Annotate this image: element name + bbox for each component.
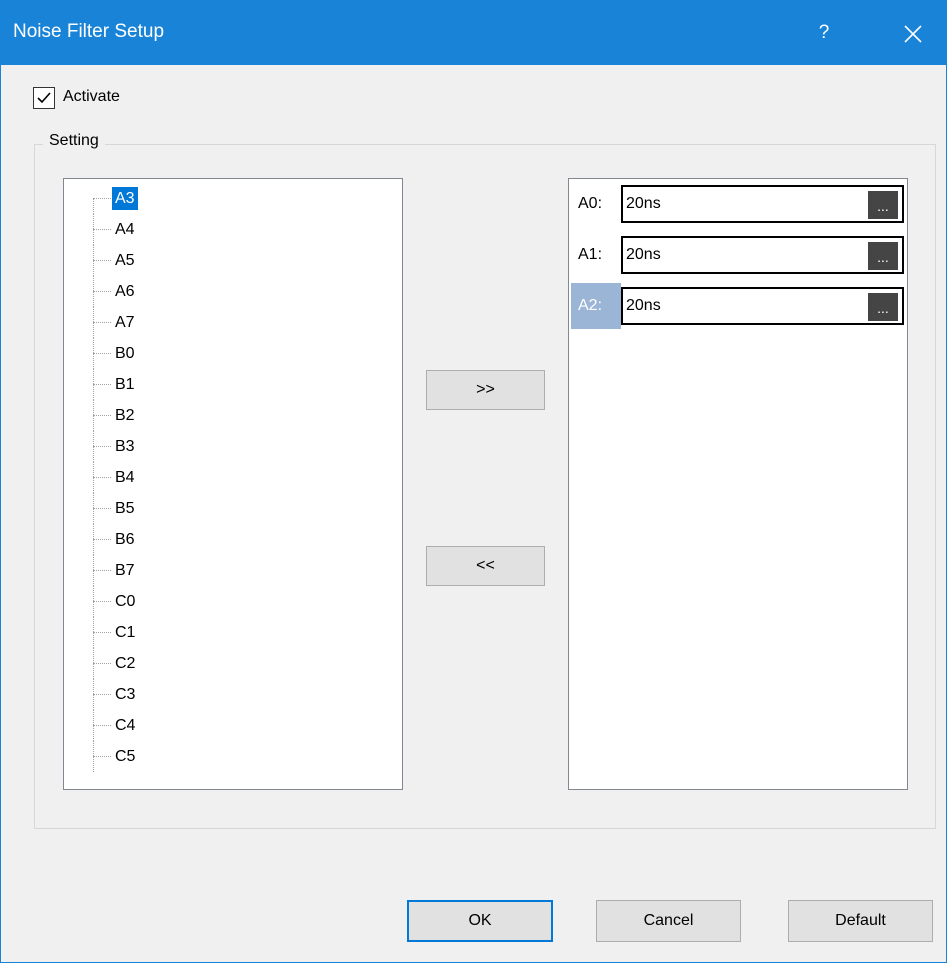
tree-item[interactable]: A6 [64, 276, 364, 307]
tree-item[interactable]: B5 [64, 493, 364, 524]
filter-list[interactable]: A0: 20ns... A1: 20ns... A2: 20ns... [568, 178, 908, 790]
tree-item[interactable]: B6 [64, 524, 364, 555]
browse-button[interactable]: ... [868, 293, 898, 321]
tree-connector [93, 663, 111, 664]
tree-connector [93, 508, 111, 509]
tree-item-label: B5 [115, 500, 135, 517]
tree-item-label: C4 [115, 717, 136, 734]
tree-item-label: B4 [115, 469, 135, 486]
tree-item[interactable]: B1 [64, 369, 364, 400]
pin-tree[interactable]: A3 A4 A5 A6 A7 B0 B1 B2 B3 B4 B5 B6 B7 C0 C1 C2 C3 C4 C5 [63, 178, 403, 790]
tree-connector [93, 570, 111, 571]
tree-item-label: C0 [115, 593, 136, 610]
tree-item[interactable]: B7 [64, 555, 364, 586]
close-button[interactable] [883, 1, 941, 65]
ok-button[interactable]: OK [407, 900, 553, 942]
filter-pin-label: A0: [578, 195, 603, 212]
tree-item[interactable]: C1 [64, 617, 364, 648]
noise-filter-dialog: Noise Filter Setup ? Activate Setting A3… [0, 0, 947, 963]
tree-item[interactable]: A3 [64, 183, 364, 214]
tree-item-label: B3 [115, 438, 135, 455]
add-filter-button[interactable]: >> [426, 370, 545, 410]
tree-item-label: B7 [115, 562, 135, 579]
tree-item[interactable]: B4 [64, 462, 364, 493]
filter-pin-label: A1: [578, 246, 603, 263]
tree-connector [93, 477, 111, 478]
tree-item-label: B6 [115, 531, 135, 548]
tree-item-label: A6 [115, 283, 135, 300]
tree-item[interactable]: B3 [64, 431, 364, 462]
tree-connector [93, 632, 111, 633]
tree-connector [93, 539, 111, 540]
tree-item-label: C2 [115, 655, 136, 672]
tree-item[interactable]: C0 [64, 586, 364, 617]
tree-item-label: B2 [115, 407, 135, 424]
setting-group-label: Setting [43, 132, 105, 150]
tree-item-label: A3 [112, 187, 138, 210]
tree-item[interactable]: C2 [64, 648, 364, 679]
tree-connector [93, 198, 94, 214]
close-icon [904, 25, 922, 43]
browse-button[interactable]: ... [868, 242, 898, 270]
activate-label: Activate [63, 88, 120, 105]
tree-connector [93, 260, 111, 261]
tree-connector [93, 353, 111, 354]
tree-connector [93, 291, 111, 292]
tree-connector [93, 384, 111, 385]
tree-item-label: A7 [115, 314, 135, 331]
help-button[interactable]: ? [801, 1, 847, 65]
tree-connector [93, 446, 111, 447]
browse-button[interactable]: ... [868, 191, 898, 219]
filter-time-field[interactable]: 20ns... [621, 287, 904, 325]
filter-pin-label: A2: [571, 283, 621, 329]
tree-connector [93, 415, 111, 416]
filter-time-value[interactable]: 20ns [626, 195, 661, 213]
tree-connector [93, 756, 111, 757]
tree-connector [93, 694, 111, 695]
remove-filter-button[interactable]: << [426, 546, 545, 586]
tree-item[interactable]: A4 [64, 214, 364, 245]
filter-row[interactable]: A2: 20ns... [571, 283, 904, 329]
filter-row[interactable]: A1: 20ns... [571, 232, 904, 278]
window-title: Noise Filter Setup [13, 21, 165, 42]
tree-item[interactable]: C3 [64, 679, 364, 710]
tree-item[interactable]: C5 [64, 741, 364, 772]
tree-connector [93, 198, 111, 199]
tree-item[interactable]: C4 [64, 710, 364, 741]
tree-item-label: B0 [115, 345, 135, 362]
tree-connector [93, 229, 111, 230]
tree-item[interactable]: B0 [64, 338, 364, 369]
filter-time-value[interactable]: 20ns [626, 297, 661, 315]
title-bar[interactable]: Noise Filter Setup ? [1, 1, 946, 65]
tree-item[interactable]: A7 [64, 307, 364, 338]
tree-item-label: B1 [115, 376, 135, 393]
filter-time-value[interactable]: 20ns [626, 246, 661, 264]
filter-time-field[interactable]: 20ns... [621, 185, 904, 223]
default-button[interactable]: Default [788, 900, 933, 942]
tree-item-label: A4 [115, 221, 135, 238]
tree-connector [93, 601, 111, 602]
tree-item-label: A5 [115, 252, 135, 269]
tree-connector [93, 322, 111, 323]
checkbox-box[interactable] [33, 87, 55, 109]
filter-time-field[interactable]: 20ns... [621, 236, 904, 274]
cancel-button[interactable]: Cancel [596, 900, 741, 942]
tree-connector [93, 725, 111, 726]
checkmark-icon [37, 92, 51, 104]
filter-row[interactable]: A0: 20ns... [571, 181, 904, 227]
tree-item-label: C5 [115, 748, 136, 765]
tree-item[interactable]: A5 [64, 245, 364, 276]
tree-item-label: C1 [115, 624, 136, 641]
tree-item[interactable]: B2 [64, 400, 364, 431]
tree-item-label: C3 [115, 686, 136, 703]
